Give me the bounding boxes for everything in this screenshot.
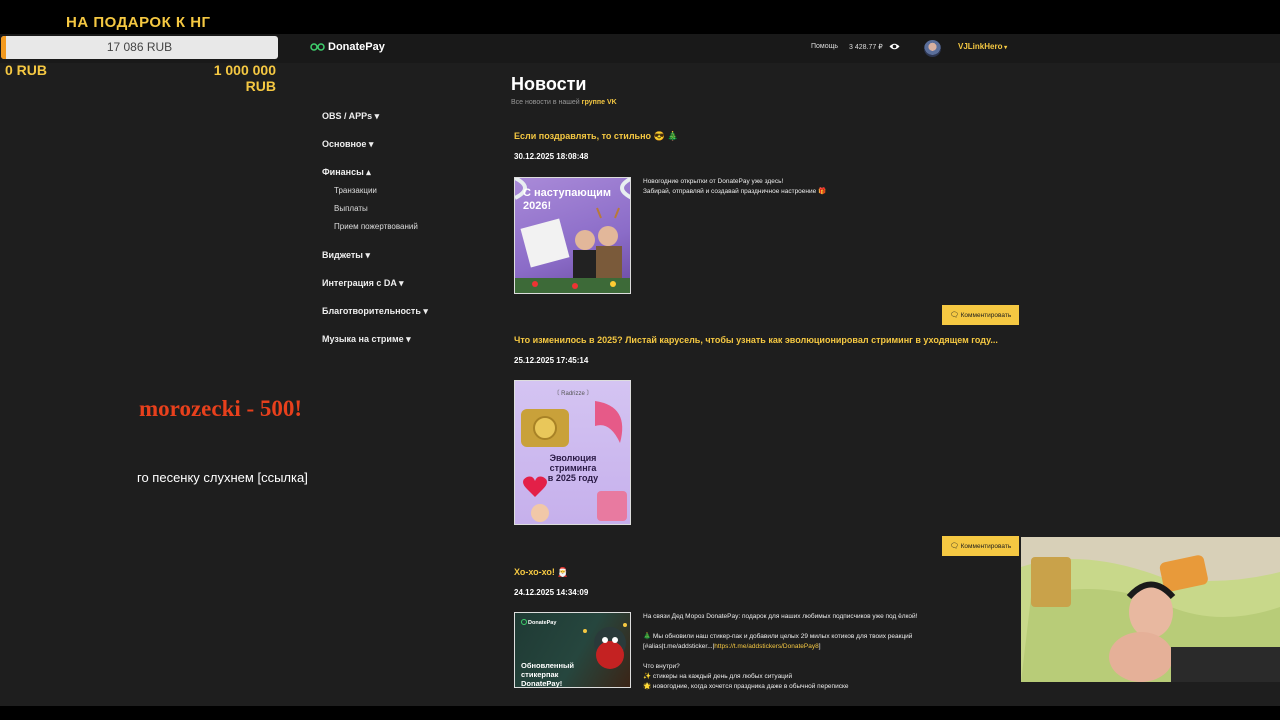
image-logo-3: DonatePay — [528, 620, 557, 626]
donation-alert-message: го песенку слухнем [ссылка] — [137, 470, 308, 485]
logo[interactable]: DonatePay — [310, 41, 385, 53]
link-suffix: ] — [818, 643, 821, 650]
sidebar-item-music[interactable]: Музыка на стриме ▾ — [322, 333, 492, 361]
balance: 3 428.77 ₽ — [849, 44, 883, 51]
avatar[interactable] — [924, 40, 941, 57]
news-image-art: DonatePay Обновленный стикерпак DonatePa… — [521, 619, 627, 688]
sidebar: OBS / APPs ▾ Основное ▾ Финансы ▴ Транза… — [322, 110, 492, 361]
help-link[interactable]: Помощь — [811, 43, 838, 50]
news-title[interactable]: Если поздравлять, то стильно 😎 🎄 — [514, 131, 678, 142]
news-image[interactable]: 〔 Radrizze 〕 Эволюция стриминга в 2025 г… — [514, 380, 631, 525]
image-caption-2b: стриминга — [550, 463, 598, 473]
news-image-art: С наступающим 2026! — [515, 178, 630, 293]
sidebar-item-finance[interactable]: Финансы ▴ — [322, 166, 492, 186]
sidebar-item-donations[interactable]: Прием пожертвований — [322, 222, 492, 249]
image-logo-2: 〔 Radrizze 〕 — [553, 390, 592, 397]
donation-goal-amount: 17 086 RUB — [106, 40, 173, 54]
donation-goal-max: 1 000 000 RUB — [213, 62, 276, 94]
news-title[interactable]: Что изменилось в 2025? Листай карусель, … — [514, 335, 998, 345]
subtitle-text: Все новости в нашей — [511, 99, 580, 106]
comment-icon: 🗨 — [949, 312, 959, 319]
chevron-down-icon: ▾ — [1002, 45, 1008, 51]
news-body: На связи Дед Мороз DonatePay: подарок дл… — [643, 612, 943, 692]
news-line: На связи Дед Мороз DonatePay: подарок дл… — [643, 613, 918, 620]
news-line: Забирай, отправляй и создавай празднично… — [643, 188, 827, 195]
image-caption-1a: С наступающим — [523, 187, 611, 199]
sidebar-item-transactions[interactable]: Транзакции — [322, 186, 492, 204]
news-image[interactable]: DonatePay Обновленный стикерпак DonatePa… — [514, 612, 631, 688]
page-title: Новости — [511, 74, 587, 94]
sidebar-item-charity[interactable]: Благотворительность ▾ — [322, 305, 492, 333]
news-line: Что внутри? — [643, 663, 680, 670]
news-date: 30.12.2025 18:08:48 — [514, 152, 589, 161]
image-caption-3b: стикерпак — [521, 670, 559, 679]
donatepay-logo-icon — [310, 43, 325, 51]
sidebar-item-basic[interactable]: Основное ▾ — [322, 138, 492, 166]
news-spacer — [643, 622, 943, 632]
sidebar-item-da-integration[interactable]: Интеграция с DA ▾ — [322, 277, 492, 305]
image-caption-2a: Эволюция — [550, 453, 597, 463]
donation-alert-donor: morozecki - 500! — [139, 396, 303, 421]
image-caption-3a: Обновленный — [521, 661, 574, 670]
news-spacer — [643, 652, 943, 662]
comment-button[interactable]: 🗨 Комментировать — [942, 536, 1019, 556]
image-caption-2c: в 2025 году — [548, 473, 598, 483]
image-caption-3c: DonatePay! — [521, 679, 562, 688]
sidebar-item-obs-apps[interactable]: OBS / APPs ▾ — [322, 110, 492, 138]
bottom-bar — [0, 706, 1280, 720]
logo-text: DonatePay — [328, 41, 385, 53]
sidebar-item-widgets[interactable]: Виджеты ▾ — [322, 249, 492, 277]
image-caption-1b: 2026! — [523, 200, 551, 212]
news-line: ✨ стикеры на каждый день для любых ситуа… — [643, 673, 793, 680]
webcam-feed — [1021, 537, 1280, 682]
username: VJLinkHero — [958, 42, 1003, 51]
comment-icon: 🗨 — [949, 543, 959, 550]
vk-group-link[interactable]: группе VK — [582, 99, 617, 106]
link-prefix: [#alias|t.me/addsticker...| — [643, 643, 715, 650]
comment-label: Комментировать — [960, 311, 1012, 319]
donation-goal-title: НА ПОДАРОК К НГ — [66, 14, 211, 31]
news-date: 24.12.2025 14:34:09 — [514, 588, 589, 597]
sticker-link[interactable]: https://t.me/addstickers/DonatePay8 — [714, 643, 818, 650]
comment-button[interactable]: 🗨 Комментировать — [942, 305, 1019, 325]
news-line: Новогодние открытки от DonatePay уже зде… — [643, 178, 784, 185]
news-image[interactable]: С наступающим 2026! — [514, 177, 631, 294]
donation-goal-min: 0 RUB — [5, 62, 48, 78]
news-line: 🌟 новогодние, когда хочется праздника да… — [643, 683, 849, 690]
page-subtitle: Все новости в нашей группе VK — [511, 99, 617, 106]
eye-icon[interactable] — [889, 42, 900, 51]
news-link-line: [#alias|t.me/addsticker...|https://t.me/… — [643, 642, 943, 652]
news-title[interactable]: Хо-хо-хо! 🎅 — [514, 567, 569, 578]
news-image-art: 〔 Radrizze 〕 Эволюция стриминга в 2025 г… — [521, 390, 627, 522]
sidebar-item-payouts[interactable]: Выплаты — [322, 204, 492, 222]
webcam-image — [1021, 537, 1280, 682]
username-dropdown[interactable]: VJLinkHero ▾ — [958, 42, 1007, 51]
donation-goal-bar: 17 086 RUB — [1, 36, 278, 59]
comment-label: Комментировать — [960, 542, 1012, 550]
news-date: 25.12.2025 17:45:14 — [514, 356, 589, 365]
news-body: Новогодние открытки от DonatePay уже зде… — [643, 177, 943, 197]
news-line: 🎄 Мы обновили наш стикер-пак и добавили … — [643, 633, 913, 640]
